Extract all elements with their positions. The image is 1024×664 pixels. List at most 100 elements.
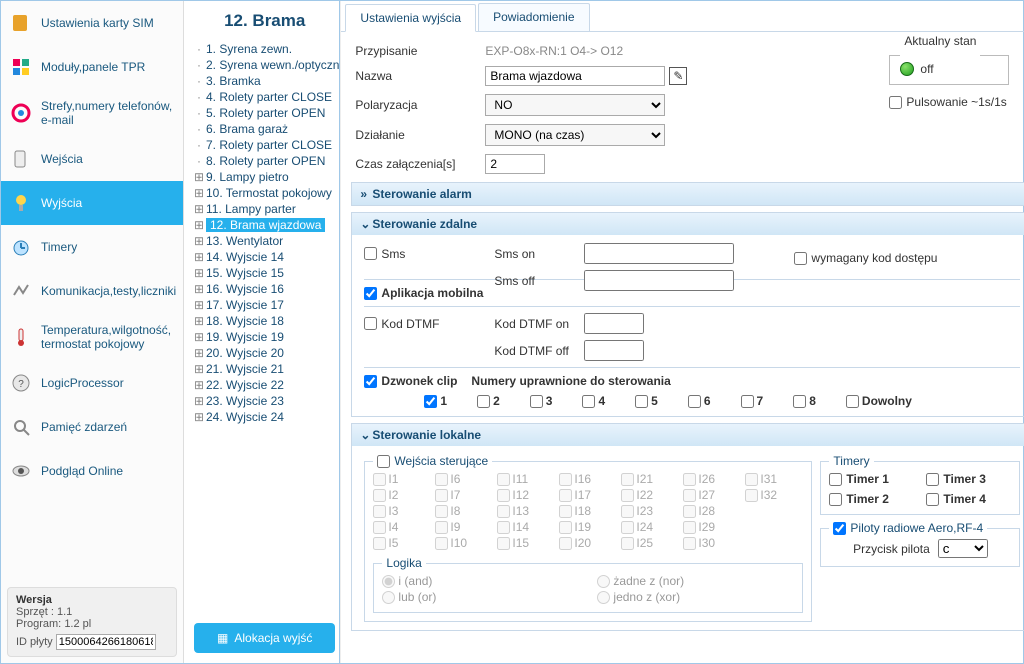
- sms-checkbox[interactable]: Sms: [364, 247, 494, 261]
- io-I1[interactable]: I1: [373, 472, 431, 486]
- timer-3[interactable]: Timer 3: [926, 472, 1011, 486]
- io-I9[interactable]: I9: [435, 520, 493, 534]
- tree-item[interactable]: ⊞21. Wyjscie 21: [190, 361, 339, 377]
- expand-icon[interactable]: ⊞: [194, 378, 204, 392]
- io-I26[interactable]: I26: [683, 472, 741, 486]
- sms-off-input[interactable]: [584, 270, 734, 291]
- timer-4[interactable]: Timer 4: [926, 492, 1011, 506]
- tree-item[interactable]: ·6. Brama garaż: [190, 121, 339, 137]
- tree-item[interactable]: ⊞9. Lampy pietro: [190, 169, 339, 185]
- sidebar-item-in[interactable]: Wejścia: [1, 137, 183, 181]
- io-I20[interactable]: I20: [559, 536, 617, 550]
- sidebar-item-timer[interactable]: Timery: [1, 225, 183, 269]
- name-input[interactable]: [485, 66, 665, 86]
- tree-item[interactable]: ⊞20. Wyjscie 20: [190, 345, 339, 361]
- expand-icon[interactable]: ⊞: [194, 330, 204, 344]
- require-code-checkbox[interactable]: wymagany kod dostępu: [794, 251, 994, 265]
- io-I6[interactable]: I6: [435, 472, 493, 486]
- pulsing-checkbox[interactable]: Pulsowanie ~1s/1s: [889, 95, 1009, 109]
- tree-item[interactable]: ⊞19. Wyjscie 19: [190, 329, 339, 345]
- io-I29[interactable]: I29: [683, 520, 741, 534]
- clip-any[interactable]: Dowolny: [846, 394, 912, 408]
- sidebar-item-logic[interactable]: ?LogicProcessor: [1, 361, 183, 405]
- timer-2[interactable]: Timer 2: [829, 492, 914, 506]
- sidebar-item-sim[interactable]: Ustawienia karty SIM: [1, 1, 183, 45]
- io-I27[interactable]: I27: [683, 488, 741, 502]
- logic-and[interactable]: i (and): [382, 574, 579, 588]
- radio-remotes-checkbox[interactable]: Piloty radiowe Aero,RF-4: [833, 521, 983, 535]
- tree-item[interactable]: ⊞14. Wyjscie 14: [190, 249, 339, 265]
- tree-item[interactable]: ⊞11. Lampy parter: [190, 201, 339, 217]
- control-inputs-checkbox[interactable]: Wejścia sterujące: [377, 454, 488, 468]
- sidebar-item-online[interactable]: Podgląd Online: [1, 449, 183, 493]
- clip-num-7[interactable]: 7: [741, 394, 764, 408]
- tree-item[interactable]: ·5. Rolety parter OPEN: [190, 105, 339, 121]
- logic-or[interactable]: lub (or): [382, 590, 579, 604]
- sidebar-item-mods[interactable]: Moduły,panele TPR: [1, 45, 183, 89]
- io-I12[interactable]: I12: [497, 488, 555, 502]
- io-I21[interactable]: I21: [621, 472, 679, 486]
- io-I23[interactable]: I23: [621, 504, 679, 518]
- tree-item[interactable]: ⊞17. Wyjscie 17: [190, 297, 339, 313]
- io-I19[interactable]: I19: [559, 520, 617, 534]
- tree-item[interactable]: ⊞23. Wyjscie 23: [190, 393, 339, 409]
- io-I17[interactable]: I17: [559, 488, 617, 502]
- expand-icon[interactable]: ⊞: [194, 202, 204, 216]
- tree-item[interactable]: ⊞24. Wyjscie 24: [190, 409, 339, 425]
- io-I13[interactable]: I13: [497, 504, 555, 518]
- io-I10[interactable]: I10: [435, 536, 493, 550]
- timer-1[interactable]: Timer 1: [829, 472, 914, 486]
- allocate-outputs-button[interactable]: ▦ Alokacja wyjść: [194, 623, 335, 653]
- io-I11[interactable]: I11: [497, 472, 555, 486]
- ontime-input[interactable]: [485, 154, 545, 174]
- expand-icon[interactable]: ⊞: [194, 394, 204, 408]
- clip-num-8[interactable]: 8: [793, 394, 816, 408]
- io-I25[interactable]: I25: [621, 536, 679, 550]
- sidebar-item-temp[interactable]: Temperatura,wilgotność, termostat pokojo…: [1, 313, 183, 361]
- expand-icon[interactable]: ⊞: [194, 218, 204, 232]
- tree-item[interactable]: ⊞13. Wentylator: [190, 233, 339, 249]
- clip-num-6[interactable]: 6: [688, 394, 711, 408]
- io-I16[interactable]: I16: [559, 472, 617, 486]
- clip-num-5[interactable]: 5: [635, 394, 658, 408]
- io-I14[interactable]: I14: [497, 520, 555, 534]
- io-I4[interactable]: I4: [373, 520, 431, 534]
- clip-num-4[interactable]: 4: [582, 394, 605, 408]
- clip-num-1[interactable]: 1: [424, 394, 447, 408]
- io-I31[interactable]: I31: [745, 472, 803, 486]
- io-I2[interactable]: I2: [373, 488, 431, 502]
- tree-item[interactable]: ⊞15. Wyjscie 15: [190, 265, 339, 281]
- io-I32[interactable]: I32: [745, 488, 803, 502]
- clip-num-3[interactable]: 3: [530, 394, 553, 408]
- expand-icon[interactable]: ⊞: [194, 186, 204, 200]
- expand-icon[interactable]: ⊞: [194, 266, 204, 280]
- expand-icon[interactable]: ⊞: [194, 410, 204, 424]
- expand-icon[interactable]: ⊞: [194, 298, 204, 312]
- sidebar-item-comm[interactable]: Komunikacja,testy,liczniki: [1, 269, 183, 313]
- sidebar-item-zones[interactable]: Strefy,numery telefonów, e-mail: [1, 89, 183, 137]
- expand-icon[interactable]: ⊞: [194, 362, 204, 376]
- remote-button-select[interactable]: c: [938, 539, 988, 558]
- tab-output-settings[interactable]: Ustawienia wyjścia: [345, 4, 476, 32]
- dtmf-on-input[interactable]: [584, 313, 644, 334]
- sms-on-input[interactable]: [584, 243, 734, 264]
- tree-item[interactable]: ·8. Rolety parter OPEN: [190, 153, 339, 169]
- expand-icon[interactable]: ⊞: [194, 250, 204, 264]
- io-I5[interactable]: I5: [373, 536, 431, 550]
- expand-icon[interactable]: ⊞: [194, 234, 204, 248]
- tab-notifications[interactable]: Powiadomienie: [478, 3, 589, 31]
- io-I18[interactable]: I18: [559, 504, 617, 518]
- tree-item[interactable]: ⊞16. Wyjscie 16: [190, 281, 339, 297]
- tree-item[interactable]: ·2. Syrena wewn./optyczn: [190, 57, 339, 73]
- io-I8[interactable]: I8: [435, 504, 493, 518]
- expand-icon[interactable]: ⊞: [194, 282, 204, 296]
- expand-icon[interactable]: ⊞: [194, 346, 204, 360]
- tree-item[interactable]: ·3. Bramka: [190, 73, 339, 89]
- logic-nor[interactable]: żadne z (nor): [597, 574, 794, 588]
- io-I22[interactable]: I22: [621, 488, 679, 502]
- io-I15[interactable]: I15: [497, 536, 555, 550]
- tree-item[interactable]: ⊞10. Termostat pokojowy: [190, 185, 339, 201]
- tree-item[interactable]: ·4. Rolety parter CLOSE: [190, 89, 339, 105]
- logic-xor[interactable]: jedno z (xor): [597, 590, 794, 604]
- clip-num-2[interactable]: 2: [477, 394, 500, 408]
